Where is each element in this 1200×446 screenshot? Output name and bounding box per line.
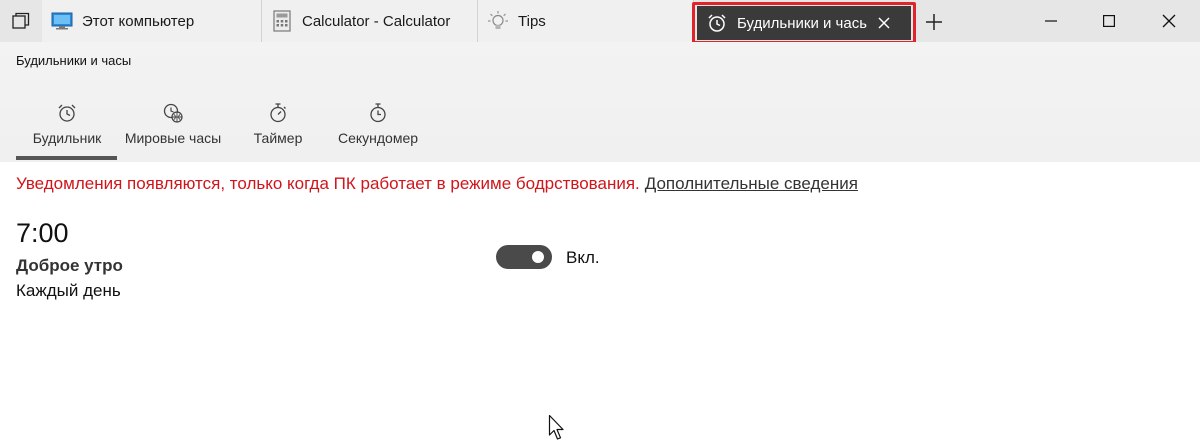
minimize-button[interactable] [1022, 0, 1080, 42]
nav-label: Секундомер [337, 130, 419, 146]
close-icon [878, 17, 890, 29]
world-clock-icon [162, 100, 184, 126]
nav-tab-stopwatch[interactable]: Секундомер [330, 100, 426, 158]
task-view-button[interactable] [0, 0, 42, 42]
tab-calculator[interactable]: Calculator - Calculator [262, 0, 478, 42]
app-header: Будильники и часы Будильник Мировые часы [0, 42, 1200, 162]
alarm-toggle[interactable] [496, 245, 552, 269]
close-window-button[interactable] [1140, 0, 1198, 42]
alarm-clock-icon [56, 100, 78, 126]
calculator-icon [262, 0, 302, 42]
close-icon [1162, 14, 1176, 28]
nav-tab-timer[interactable]: Таймер [244, 100, 312, 158]
new-tab-button[interactable] [916, 4, 952, 40]
minimize-icon [1045, 20, 1057, 22]
timer-icon [267, 100, 289, 126]
tab-bar: Этот компьютер Calculator - Calculator T… [0, 0, 1200, 44]
nav-tab-alarm[interactable]: Будильник [16, 100, 118, 158]
notice-text: Уведомления появляются, только когда ПК … [16, 174, 640, 193]
tab-title: Calculator - Calculator [302, 12, 451, 30]
toggle-knob [532, 251, 544, 263]
tab-close-button[interactable] [867, 6, 901, 40]
tab-title: Этот компьютер [82, 12, 195, 30]
alarm-repeat: Каждый день [16, 281, 121, 300]
selected-tab-indicator [16, 156, 117, 160]
nav-tab-world-clock[interactable]: Мировые часы [118, 100, 228, 158]
task-view-icon [12, 12, 30, 29]
tab-title: Будильники и часы [737, 14, 867, 32]
app-title: Будильники и часы [16, 53, 132, 68]
alarm-time[interactable]: 7:00 [16, 218, 69, 249]
nav-label: Таймер [253, 130, 303, 146]
plus-icon [926, 14, 942, 30]
maximize-icon [1103, 15, 1115, 27]
tab-alarms-clock[interactable]: Будильники и часы [697, 6, 911, 40]
lightbulb-icon [478, 0, 518, 42]
mouse-cursor-icon [548, 414, 566, 446]
more-info-link[interactable]: Дополнительные сведения [645, 174, 858, 193]
notification-notice: Уведомления появляются, только когда ПК … [16, 174, 858, 194]
alarm-name[interactable]: Доброе утро [16, 256, 123, 276]
nav-label: Будильник [32, 130, 102, 146]
tab-this-pc[interactable]: Этот компьютер [42, 0, 262, 42]
tab-tips[interactable]: Tips [478, 0, 694, 42]
nav-label: Мировые часы [124, 130, 222, 146]
stopwatch-icon [367, 100, 389, 126]
tab-title: Tips [518, 12, 546, 30]
monitor-icon [42, 0, 82, 42]
maximize-button[interactable] [1080, 0, 1138, 42]
toggle-label: Вкл. [566, 248, 600, 267]
alarm-clock-icon [697, 6, 737, 40]
